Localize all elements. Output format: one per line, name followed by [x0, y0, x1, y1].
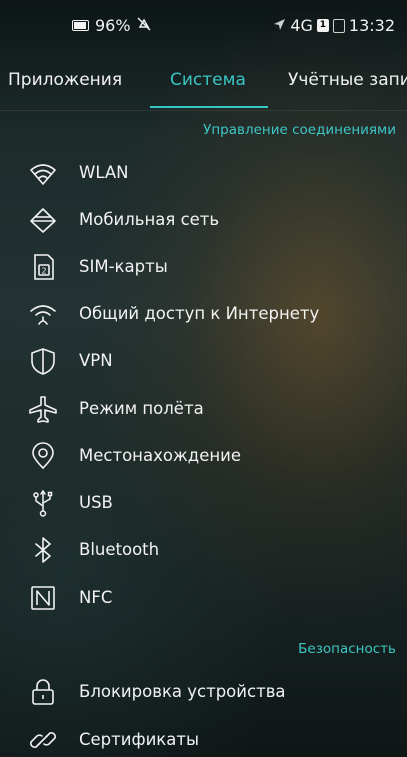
lock-icon — [26, 675, 60, 709]
location-pin-icon — [26, 439, 60, 473]
list-item-device-lock[interactable]: Блокировка устройства — [0, 668, 407, 715]
sim-card-icon: 2 — [26, 250, 60, 284]
usb-icon — [26, 486, 60, 520]
status-bar: 96% 4G 1 13:32 — [0, 0, 407, 52]
list-item-wlan[interactable]: WLAN — [0, 149, 407, 196]
list-item-label: Режим полёта — [79, 399, 204, 418]
list-item-usb[interactable]: USB — [0, 479, 407, 526]
sim-slot-icon — [332, 18, 345, 33]
list-item-location[interactable]: Местонахождение — [0, 432, 407, 479]
tab-bar: Приложения Система Учётные запи — [0, 60, 407, 110]
list-item-label: WLAN — [79, 163, 129, 182]
tab-divider — [0, 110, 407, 111]
sim-badge-icon: 1 — [316, 19, 329, 32]
list-item-label: Сертификаты — [79, 730, 200, 749]
list-item-label: Общий доступ к Интернету — [79, 304, 320, 323]
tab-apps[interactable]: Приложения — [8, 70, 122, 90]
battery-level: 96% — [95, 16, 131, 35]
list-item-airplane-mode[interactable]: Режим полёта — [0, 385, 407, 432]
list-item-vpn[interactable]: VPN — [0, 337, 407, 384]
list-item-label: Местонахождение — [79, 446, 242, 465]
battery-icon — [72, 20, 89, 31]
mute-icon — [137, 16, 151, 35]
airplane-icon — [26, 392, 60, 426]
active-tab-indicator — [150, 106, 268, 108]
shield-icon — [26, 344, 60, 378]
list-item-label: VPN — [79, 351, 113, 370]
tab-accounts[interactable]: Учётные запи — [288, 70, 407, 90]
nfc-icon — [26, 581, 60, 615]
tab-system[interactable]: Система — [170, 70, 246, 90]
settings-screen: 96% 4G 1 13:32 Приложения Система Учётны… — [0, 0, 407, 757]
bluetooth-icon — [26, 533, 60, 567]
list-item-mobile-network[interactable]: Мобильная сеть — [0, 196, 407, 243]
certificate-icon — [26, 723, 60, 757]
list-item-label: USB — [79, 493, 113, 512]
list-item-label: SIM-карты — [79, 257, 168, 276]
list-item-certificates[interactable]: Сертификаты — [0, 716, 407, 757]
list-item-label: Мобильная сеть — [79, 210, 220, 229]
svg-text:2: 2 — [41, 266, 46, 275]
section-header-security: Безопасность — [298, 641, 396, 657]
section-header-connections: Управление соединениями — [203, 122, 396, 138]
location-arrow-icon — [273, 16, 286, 35]
hotspot-icon — [26, 297, 60, 331]
list-item-bluetooth[interactable]: Bluetooth — [0, 526, 407, 573]
status-left: 96% — [72, 16, 151, 35]
network-type: 4G — [290, 16, 313, 35]
clock: 13:32 — [348, 16, 395, 35]
wifi-icon — [26, 156, 60, 190]
mobile-network-icon — [26, 203, 60, 237]
list-item-label: Bluetooth — [79, 540, 160, 559]
status-right: 4G 1 13:32 — [273, 16, 395, 35]
list-item-nfc[interactable]: NFC — [0, 574, 407, 621]
list-item-label: Блокировка устройства — [79, 682, 286, 701]
list-item-hotspot[interactable]: Общий доступ к Интернету — [0, 290, 407, 337]
list-item-sim-cards[interactable]: 2 SIM-карты — [0, 243, 407, 290]
list-item-label: NFC — [79, 588, 113, 607]
